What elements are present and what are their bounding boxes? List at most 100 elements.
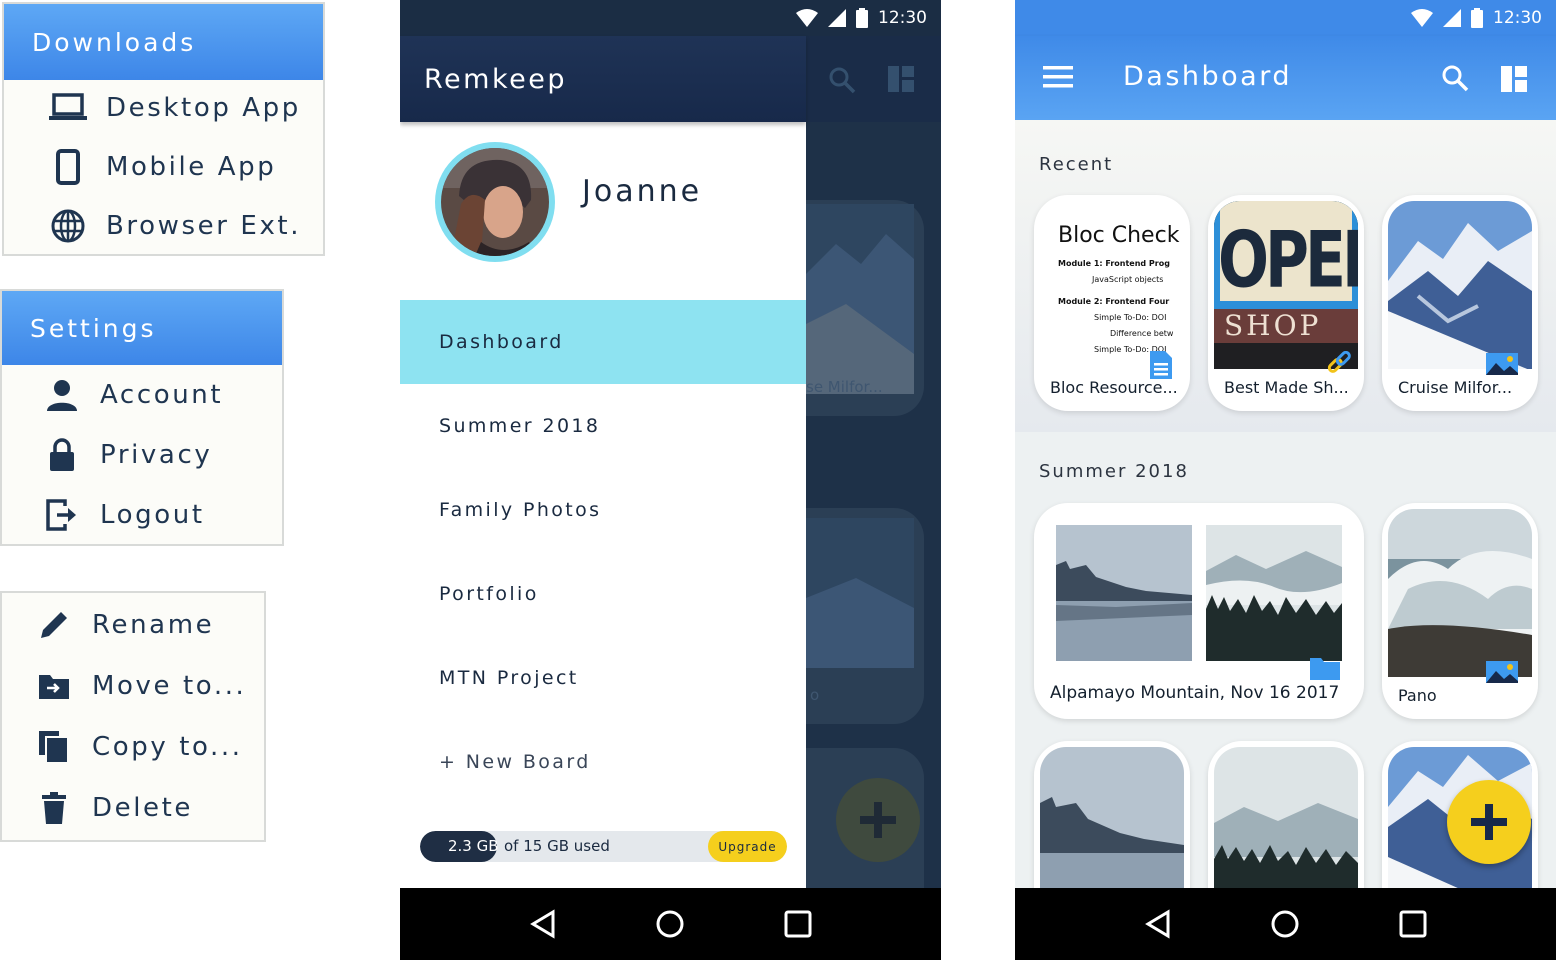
downloads-menu: Downloads Desktop App Mobile App Browser… — [2, 2, 325, 256]
system-nav-bar — [400, 888, 941, 960]
settings-menu: Settings Account Privacy Logout — [0, 289, 284, 546]
hamburger-menu-icon[interactable] — [1043, 66, 1073, 88]
upgrade-label: Upgrade — [718, 839, 777, 854]
menu-item-label: Move to... — [92, 671, 247, 701]
grid-view-icon[interactable] — [1501, 66, 1527, 92]
plus-icon — [1469, 802, 1509, 842]
drawer-item-mtn-project[interactable]: MTN Project — [400, 636, 806, 720]
document-title: Bloc Check — [1058, 223, 1180, 248]
drawer-item-label: Dashboard — [439, 331, 564, 353]
menu-item-delete[interactable]: Delete — [34, 788, 193, 828]
menu-item-move-to[interactable]: Move to... — [34, 666, 246, 706]
item-actions-menu: Rename Move to... Copy to... Delete — [0, 591, 266, 842]
summer-card-folder[interactable]: Alpamayo Mountain, Nov 16 2017 — [1034, 503, 1364, 719]
move-folder-icon — [34, 666, 74, 706]
logout-icon — [42, 495, 82, 535]
drawer-item-label: Summer 2018 — [439, 415, 601, 437]
background-grid-icon — [888, 66, 914, 92]
recents-icon[interactable] — [784, 910, 812, 938]
globe-icon — [48, 206, 88, 246]
menu-item-label: Delete — [92, 793, 194, 823]
document-line: JavaScript objects — [1092, 275, 1164, 284]
recents-icon[interactable] — [1399, 910, 1427, 938]
drawer-item-family-photos[interactable]: Family Photos — [400, 468, 806, 552]
summer-card-image[interactable]: Pano — [1382, 503, 1538, 719]
menu-item-mobile-app[interactable]: Mobile App — [48, 147, 276, 187]
user-name: Joanne — [582, 174, 703, 209]
card-caption: Alpamayo Mountain, Nov 16 2017 — [1050, 683, 1340, 703]
new-board-button[interactable]: + New Board — [400, 720, 806, 804]
mountain-photo — [1388, 201, 1532, 369]
background-search-icon — [828, 66, 856, 94]
menu-item-account[interactable]: Account — [42, 375, 223, 415]
menu-item-label: Copy to... — [92, 732, 243, 762]
folder-photo-lake — [1056, 525, 1192, 661]
avatar[interactable] — [435, 142, 555, 262]
wave-photo — [1388, 509, 1532, 677]
person-icon — [42, 375, 82, 415]
document-line: Module 1: Frontend Prog — [1058, 259, 1170, 268]
summer-section-label: Summer 2018 — [1039, 461, 1189, 482]
signal-icon — [828, 9, 846, 27]
downloads-menu-header: Downloads — [4, 4, 323, 80]
wifi-icon — [1411, 9, 1433, 27]
background-toolbar — [806, 36, 941, 122]
sign-text-open: OPEN — [1218, 215, 1358, 306]
phone-icon — [48, 147, 88, 187]
image-type-icon — [1486, 661, 1518, 683]
open-shop-sign-image: OPEN SHOP — [1214, 201, 1358, 369]
signal-icon — [1443, 9, 1461, 27]
battery-icon — [1471, 8, 1483, 28]
menu-item-label: Mobile App — [106, 152, 277, 182]
storage-total-text: of 15 GB used — [504, 837, 610, 855]
menu-item-logout[interactable]: Logout — [42, 495, 205, 535]
page-title: Dashboard — [1123, 61, 1292, 92]
navigation-drawer: Remkeep Joanne Dashboard Summer 2018 Fam… — [400, 36, 806, 888]
trash-icon — [34, 788, 74, 828]
document-type-icon — [1150, 351, 1172, 379]
pencil-icon — [34, 605, 74, 645]
app-name: Remkeep — [424, 63, 567, 95]
battery-icon — [856, 8, 868, 28]
search-icon[interactable] — [1441, 64, 1469, 92]
drawer-item-portfolio[interactable]: Portfolio — [400, 552, 806, 636]
app-toolbar: Dashboard — [1015, 36, 1556, 120]
menu-item-label: Desktop App — [106, 93, 301, 123]
menu-item-label: Privacy — [100, 440, 213, 470]
system-nav-bar — [1015, 888, 1556, 960]
copy-icon — [34, 727, 74, 767]
status-bar: 12:30 — [400, 0, 941, 36]
upgrade-button[interactable]: Upgrade — [708, 831, 787, 862]
new-board-label: + New Board — [439, 751, 591, 773]
back-icon[interactable] — [529, 909, 557, 939]
lock-icon — [42, 435, 82, 475]
folder-photo-forest — [1206, 525, 1342, 661]
drawer-header: Remkeep — [400, 36, 806, 122]
back-icon[interactable] — [1144, 909, 1172, 939]
folder-type-icon — [1310, 656, 1340, 680]
status-time: 12:30 — [878, 8, 927, 28]
drawer-phone-screen: se Milfor... o 12:30 Remkeep Joanne Dash… — [400, 0, 941, 960]
home-icon[interactable] — [1270, 909, 1300, 939]
menu-item-rename[interactable]: Rename — [34, 605, 214, 645]
background-caption: se Milfor... — [806, 378, 883, 396]
recent-card-link[interactable]: OPEN SHOP Best Made Sh... — [1208, 195, 1364, 411]
card-caption: Bloc Resource... — [1050, 378, 1178, 397]
drawer-item-dashboard[interactable]: Dashboard — [400, 300, 806, 384]
document-line: Module 2: Frontend Four — [1058, 297, 1170, 306]
home-icon[interactable] — [655, 909, 685, 939]
menu-item-desktop-app[interactable]: Desktop App — [48, 88, 301, 128]
drawer-item-label: Family Photos — [439, 499, 602, 521]
menu-item-copy-to[interactable]: Copy to... — [34, 727, 243, 767]
recent-card-image[interactable]: Cruise Milfor... — [1382, 195, 1538, 411]
card-caption: Cruise Milfor... — [1398, 378, 1513, 397]
laptop-icon — [48, 88, 88, 128]
menu-item-browser-ext[interactable]: Browser Ext. — [48, 206, 301, 246]
add-fab-button[interactable] — [1447, 780, 1531, 864]
menu-item-label: Account — [100, 380, 224, 410]
recent-card-document[interactable]: Bloc Check Module 1: Frontend Prog JavaS… — [1034, 195, 1190, 411]
menu-item-label: Browser Ext. — [106, 211, 302, 241]
menu-item-privacy[interactable]: Privacy — [42, 435, 212, 475]
drawer-item-summer-2018[interactable]: Summer 2018 — [400, 384, 806, 468]
storage-usage-bar: 2.3 GB of 15 GB used Upgrade — [420, 831, 787, 862]
